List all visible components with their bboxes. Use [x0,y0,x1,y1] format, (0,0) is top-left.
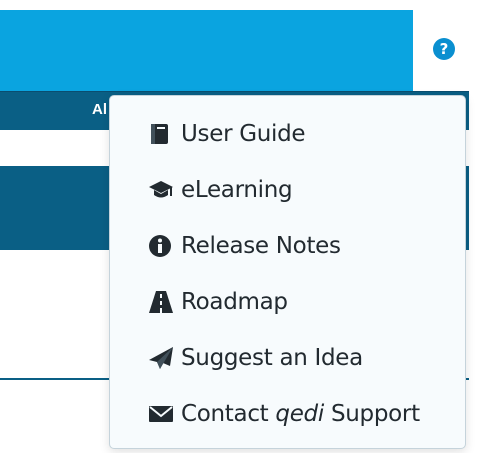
book-icon [148,120,176,148]
menu-item-user-guide[interactable]: User Guide [110,111,465,157]
contact-prefix: Contact [181,401,276,427]
menu-item-release-notes[interactable]: Release Notes [110,223,465,269]
menu-item-label: Suggest an Idea [181,345,363,371]
nav-tab-label[interactable]: Al [92,101,107,118]
help-dropdown-menu: User Guide eLearning Release Notes Roadm… [109,95,466,449]
envelope-icon [148,400,176,428]
menu-item-label: Roadmap [181,289,288,315]
menu-item-label: Release Notes [181,233,341,259]
menu-item-label: Contact qedi Support [181,401,420,427]
menu-item-suggest-idea[interactable]: Suggest an Idea [110,335,465,381]
brand-name: qedi [275,401,324,427]
contact-suffix: Support [323,401,420,427]
menu-item-elearning[interactable]: eLearning [110,167,465,213]
road-icon [148,288,176,316]
menu-item-contact-support[interactable]: Contact qedi Support [110,391,465,437]
paper-plane-icon [148,344,176,372]
menu-item-label: eLearning [181,177,293,203]
question-circle-icon[interactable]: ? [433,38,455,60]
top-header-bar [0,10,413,91]
info-circle-icon [148,232,176,260]
menu-item-roadmap[interactable]: Roadmap [110,279,465,325]
menu-item-label: User Guide [181,121,306,147]
graduation-cap-icon [148,176,176,204]
help-area: ? [413,10,469,91]
